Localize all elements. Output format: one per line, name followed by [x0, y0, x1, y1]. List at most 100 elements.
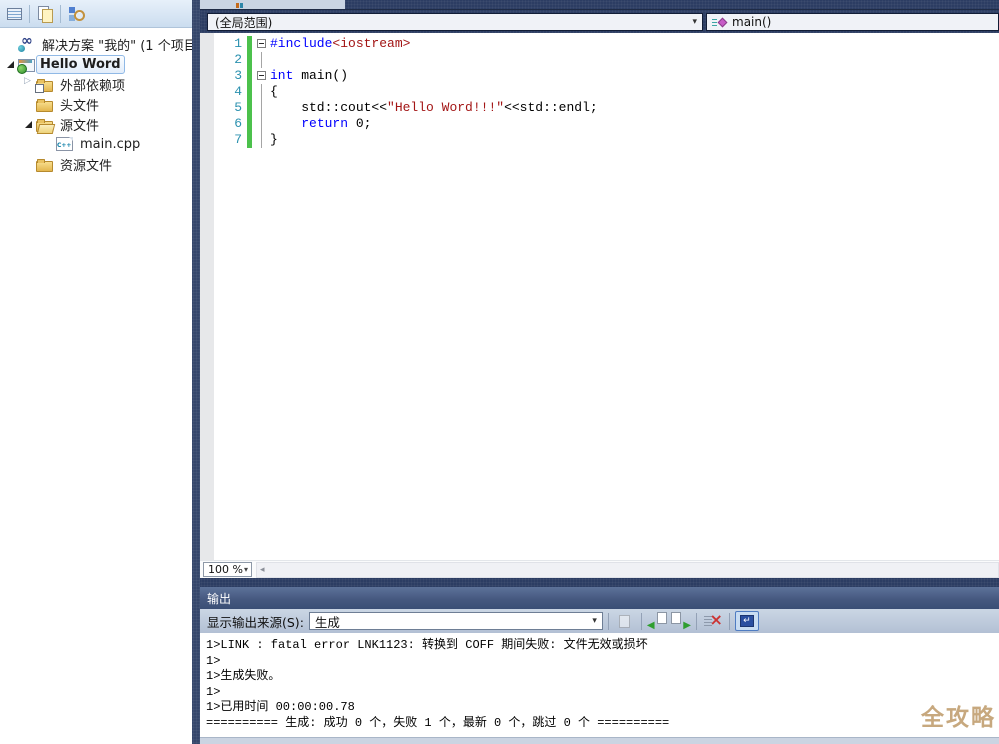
tree-item[interactable]: 解决方案 "我的" (1 个项目)	[0, 34, 192, 54]
solution-explorer-panel: 解决方案 "我的" (1 个项目)Hello Word外部依赖项头文件源文件 ma…	[0, 0, 192, 744]
document-tabstrip	[200, 0, 999, 10]
line-number: 6	[214, 116, 247, 132]
previous-message-button[interactable]: ◀	[647, 611, 669, 631]
panel-splitter[interactable]	[192, 0, 200, 744]
code-line: 7}	[214, 132, 999, 148]
goto-source-button[interactable]	[614, 611, 636, 631]
code-token: "Hello Word!!!"	[387, 100, 504, 116]
outline-guide	[257, 100, 270, 116]
expander-spacer	[39, 137, 54, 151]
word-wrap-toggle[interactable]: ↵	[735, 611, 759, 631]
solution-icon	[18, 37, 35, 52]
solution-tree: 解决方案 "我的" (1 个项目)Hello Word外部依赖项头文件源文件 ma…	[0, 28, 192, 174]
clear-all-button[interactable]	[702, 611, 724, 631]
change-tracking-bar	[247, 132, 252, 148]
active-document-tab[interactable]	[200, 0, 345, 9]
output-line: 1>LINK : fatal error LNK1123: 转换到 COFF 期…	[206, 638, 999, 654]
code-token: }	[270, 132, 278, 148]
editor-and-output-area: (全局范围) ▾ main() 1#include<iostream>23int…	[200, 0, 999, 744]
clear-all-icon	[703, 612, 723, 630]
cpp-file-icon	[56, 137, 73, 151]
code-token: #include	[270, 36, 332, 52]
tree-item-label: 资源文件	[57, 154, 115, 175]
change-tracking-bar	[247, 100, 252, 116]
collapse-toggle-icon[interactable]	[257, 36, 270, 52]
toolbar-separator	[608, 613, 609, 630]
output-line: 1>已用时间 00:00:00.78	[206, 700, 999, 716]
next-message-button[interactable]: ▶	[669, 611, 691, 631]
visual-studio-window: 解决方案 "我的" (1 个项目)Hello Word外部依赖项头文件源文件 ma…	[0, 0, 999, 744]
output-line: 1>生成失败。	[206, 669, 999, 685]
code-line: 3int main()	[214, 68, 999, 84]
watermark: 全攻略	[921, 698, 996, 732]
output-text-area[interactable]: 1>LINK : fatal error LNK1123: 转换到 COFF 期…	[200, 633, 999, 737]
code-token: int	[270, 68, 293, 84]
change-tracking-bar	[247, 68, 252, 84]
output-source-dropdown[interactable]: 生成 ▾	[309, 612, 603, 630]
tree-item-label: 头文件	[57, 94, 102, 115]
expander-spacer	[21, 157, 36, 171]
chevron-down-icon: ▾	[587, 616, 602, 626]
code-lines: 1#include<iostream>23int main()4{5 std::…	[214, 33, 999, 148]
folder-icon	[36, 161, 53, 172]
properties-window-icon[interactable]	[2, 2, 26, 26]
editor-zoom-value: 100 %	[208, 563, 243, 576]
toolbar-separator	[696, 613, 697, 630]
tree-item[interactable]: Hello Word	[0, 54, 192, 74]
member-dropdown[interactable]: main()	[706, 13, 999, 31]
properties-window-glyph	[7, 8, 22, 20]
chevron-down-icon: ▾	[687, 17, 702, 27]
change-tracking-bar	[247, 36, 252, 52]
output-source-label: 显示输出来源(S):	[207, 612, 304, 631]
line-number: 5	[214, 100, 247, 116]
tree-item-label: main.cpp	[77, 136, 143, 153]
line-number: 2	[214, 52, 247, 68]
tree-item-label: 解决方案 "我的" (1 个项目)	[39, 34, 205, 55]
project-icon	[18, 59, 35, 72]
code-token: 0;	[348, 116, 371, 132]
output-bottom-strip	[200, 737, 999, 744]
outline-guide	[257, 132, 270, 148]
collapse-toggle-icon[interactable]	[257, 68, 270, 84]
tree-item[interactable]: 外部依赖项	[0, 74, 192, 94]
output-panel-titlebar[interactable]: 输出	[200, 587, 999, 609]
expander-icon[interactable]	[21, 117, 36, 131]
horizontal-scrollbar[interactable]: ◂	[256, 562, 999, 578]
expander-spacer	[21, 97, 36, 111]
toolbar-separator	[641, 613, 642, 630]
output-source-value: 生成	[315, 612, 340, 631]
expander-icon[interactable]	[3, 57, 18, 71]
scroll-left-icon[interactable]: ◂	[257, 565, 265, 575]
code-line: 1#include<iostream>	[214, 36, 999, 52]
chevron-down-icon: ▾	[244, 565, 251, 574]
view-class-diagram-icon[interactable]	[64, 2, 88, 26]
tree-item[interactable]: 头文件	[0, 94, 192, 114]
tree-item-label: Hello Word	[36, 55, 125, 74]
code-line: 2	[214, 52, 999, 68]
code-editor[interactable]: 1#include<iostream>23int main()4{5 std::…	[200, 33, 999, 560]
expander-spacer	[3, 37, 18, 51]
scope-dropdown[interactable]: (全局范围) ▾	[207, 13, 703, 31]
tree-item[interactable]: main.cpp	[0, 134, 192, 154]
code-line: 4{	[214, 84, 999, 100]
code-token: <<std::endl;	[504, 100, 598, 116]
outline-guide	[257, 84, 270, 100]
tree-item[interactable]: 资源文件	[0, 154, 192, 174]
code-token: main()	[293, 68, 348, 84]
document-tab-icon	[236, 3, 239, 8]
change-tracking-bar	[247, 116, 252, 132]
tree-item[interactable]: 源文件	[0, 114, 192, 134]
breakpoint-margin[interactable]	[200, 33, 214, 560]
tree-item-label: 外部依赖项	[57, 74, 128, 95]
editor-bottom-bar: 100 % ▾ ◂	[200, 560, 999, 578]
editor-zoom-dropdown[interactable]: 100 % ▾	[203, 562, 252, 577]
line-number: 1	[214, 36, 247, 52]
magnifier-glyph	[68, 6, 85, 21]
line-number: 4	[214, 84, 247, 100]
expander-icon[interactable]	[21, 77, 36, 91]
outline-guide	[257, 116, 270, 132]
show-all-files-icon[interactable]	[33, 2, 57, 26]
scope-dropdown-value: (全局范围)	[215, 14, 272, 31]
toolbar-separator	[60, 5, 61, 23]
output-line: ========== 生成: 成功 0 个，失败 1 个，最新 0 个，跳过 0…	[206, 716, 999, 732]
